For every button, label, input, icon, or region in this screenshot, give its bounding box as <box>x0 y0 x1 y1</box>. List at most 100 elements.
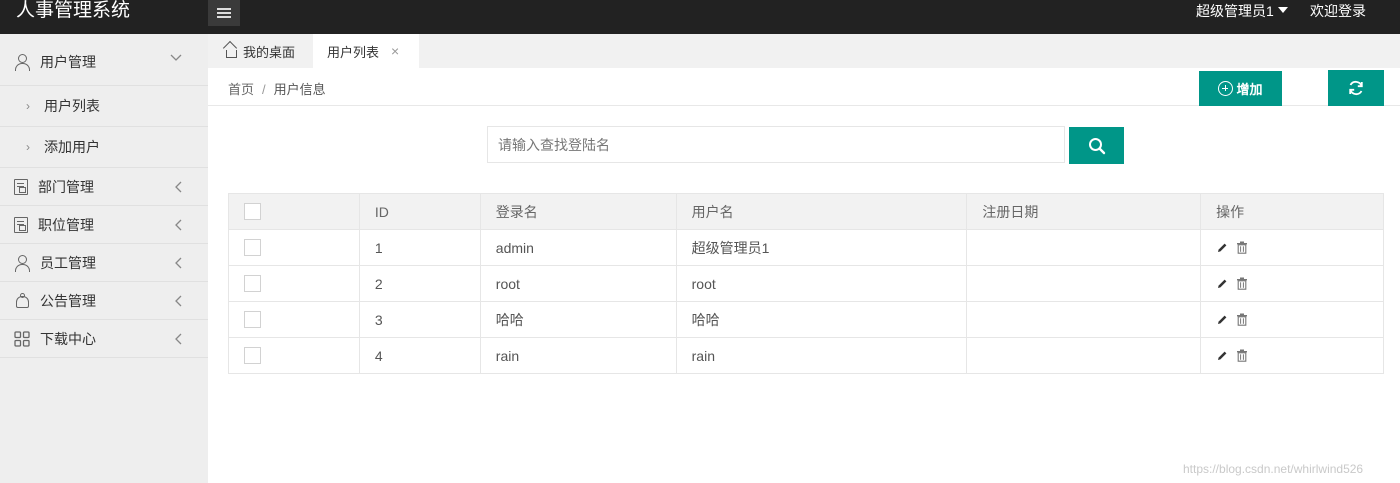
table-row: 3 哈哈 哈哈 <box>228 301 1384 338</box>
breadcrumb-bar: 首页 / 用户信息 增加 <box>208 68 1400 106</box>
cell-actions <box>1200 301 1384 338</box>
sidebar-item-add-user[interactable]: › 添加用户 <box>0 127 208 168</box>
search-input[interactable] <box>487 126 1065 163</box>
app-title: 人事管理系统 <box>16 0 131 21</box>
cell-username: 哈哈 <box>675 301 968 338</box>
select-all-checkbox[interactable] <box>244 203 261 221</box>
tab-label: 用户列表 <box>327 44 380 60</box>
refresh-button[interactable] <box>1328 70 1384 106</box>
search-button[interactable] <box>1069 127 1124 164</box>
close-icon[interactable]: × <box>391 43 399 59</box>
column-header: ID <box>358 193 481 230</box>
sidebar: 用户管理 › 用户列表 › 添加用户 部门管理 职位管理 员工管理 公告管理 下… <box>0 34 208 483</box>
user-name: 超级管理员1 <box>1196 3 1274 19</box>
user-table: ID 登录名 用户名 注册日期 操作 1 admin 超级管理员1 2 root… <box>228 193 1384 374</box>
cell-actions <box>1200 265 1384 302</box>
row-checkbox[interactable] <box>244 311 261 329</box>
chevron-left-icon <box>175 257 182 268</box>
row-checkbox[interactable] <box>244 275 261 293</box>
sidebar-group-label: 部门管理 <box>38 178 94 195</box>
row-select-cell <box>228 265 360 302</box>
trash-icon[interactable] <box>1236 241 1248 254</box>
column-header: 用户名 <box>675 193 968 230</box>
sidebar-group-label: 职位管理 <box>38 216 94 233</box>
cell-id: 4 <box>358 337 481 374</box>
grid-icon <box>14 330 30 347</box>
top-bar: 人事管理系统 超级管理员1 欢迎登录 <box>0 0 1400 34</box>
cell-id: 1 <box>358 229 481 266</box>
tab-desktop[interactable]: 我的桌面 <box>208 34 313 68</box>
tab-label: 我的桌面 <box>243 44 296 60</box>
row-select-cell <box>228 229 360 266</box>
sidebar-group-download[interactable]: 下载中心 <box>0 320 208 358</box>
sidebar-group-employee[interactable]: 员工管理 <box>0 244 208 282</box>
cell-date <box>966 301 1202 338</box>
sidebar-group-label: 员工管理 <box>40 254 96 271</box>
table-row: 2 root root <box>228 265 1384 302</box>
chevron-left-icon <box>175 295 182 306</box>
cell-id: 3 <box>358 301 481 338</box>
cell-date <box>966 337 1202 374</box>
add-button[interactable]: 增加 <box>1199 71 1282 106</box>
sidebar-item-user-list[interactable]: › 用户列表 <box>0 86 208 127</box>
chevron-right-icon: › <box>26 140 30 154</box>
logout-link[interactable]: 欢迎登录 <box>1310 0 1366 22</box>
sidebar-group-label: 公告管理 <box>40 292 96 309</box>
trash-icon[interactable] <box>1236 313 1248 326</box>
user-menu[interactable]: 超级管理员1 <box>1196 0 1288 22</box>
tab-bar: 我的桌面 用户列表 × <box>208 34 1400 68</box>
breadcrumb: 首页 / 用户信息 <box>228 79 326 98</box>
cell-username: 超级管理员1 <box>675 229 968 266</box>
sidebar-group-position[interactable]: 职位管理 <box>0 206 208 244</box>
edit-icon[interactable] <box>1216 314 1228 326</box>
hamburger-icon <box>217 8 231 18</box>
cell-login: 哈哈 <box>479 301 677 338</box>
header-select-all <box>228 193 360 230</box>
cell-login: root <box>479 265 677 302</box>
row-checkbox[interactable] <box>244 239 261 257</box>
column-header: 登录名 <box>479 193 677 230</box>
menu-toggle-button[interactable] <box>208 0 240 26</box>
cell-username: rain <box>675 337 968 374</box>
edit-icon[interactable] <box>1216 242 1228 254</box>
user-icon <box>14 254 30 272</box>
sidebar-item-label: 添加用户 <box>44 139 100 155</box>
edit-icon[interactable] <box>1216 278 1228 290</box>
trash-icon[interactable] <box>1236 277 1248 290</box>
cell-date <box>966 265 1202 302</box>
tab-user-list[interactable]: 用户列表 × <box>313 34 419 68</box>
cell-actions <box>1200 337 1384 374</box>
chevron-left-icon <box>175 333 182 344</box>
cell-actions <box>1200 229 1384 266</box>
sidebar-group-department[interactable]: 部门管理 <box>0 168 208 206</box>
chevron-down-icon <box>170 54 182 61</box>
edit-icon[interactable] <box>1216 350 1228 362</box>
table-row: 4 rain rain <box>228 337 1384 374</box>
breadcrumb-current: 用户信息 <box>273 82 326 97</box>
sidebar-group-label: 下载中心 <box>40 330 96 347</box>
bell-icon <box>14 292 30 309</box>
row-checkbox[interactable] <box>244 347 261 365</box>
watermark: https://blog.csdn.net/whirlwind526 <box>1183 462 1364 476</box>
cell-date <box>966 229 1202 266</box>
breadcrumb-home[interactable]: 首页 <box>228 82 254 97</box>
trash-icon[interactable] <box>1236 349 1248 362</box>
sidebar-group-notice[interactable]: 公告管理 <box>0 282 208 320</box>
column-header: 注册日期 <box>966 193 1202 230</box>
cell-login: admin <box>479 229 677 266</box>
search-icon <box>1088 137 1105 154</box>
table-header-row: ID 登录名 用户名 注册日期 操作 <box>228 193 1384 230</box>
breadcrumb-separator: / <box>262 82 266 97</box>
sidebar-group-label: 用户管理 <box>40 53 96 70</box>
refresh-icon <box>1349 80 1363 96</box>
chevron-left-icon <box>175 219 182 230</box>
user-icon <box>14 53 30 71</box>
chevron-left-icon <box>175 181 182 192</box>
caret-down-icon <box>1277 7 1288 13</box>
column-header: 操作 <box>1200 193 1384 230</box>
table-row: 1 admin 超级管理员1 <box>228 229 1384 266</box>
sidebar-group-user-management[interactable]: 用户管理 <box>0 34 208 86</box>
cell-username: root <box>675 265 968 302</box>
row-select-cell <box>228 337 360 374</box>
plus-circle-icon <box>1218 81 1234 96</box>
